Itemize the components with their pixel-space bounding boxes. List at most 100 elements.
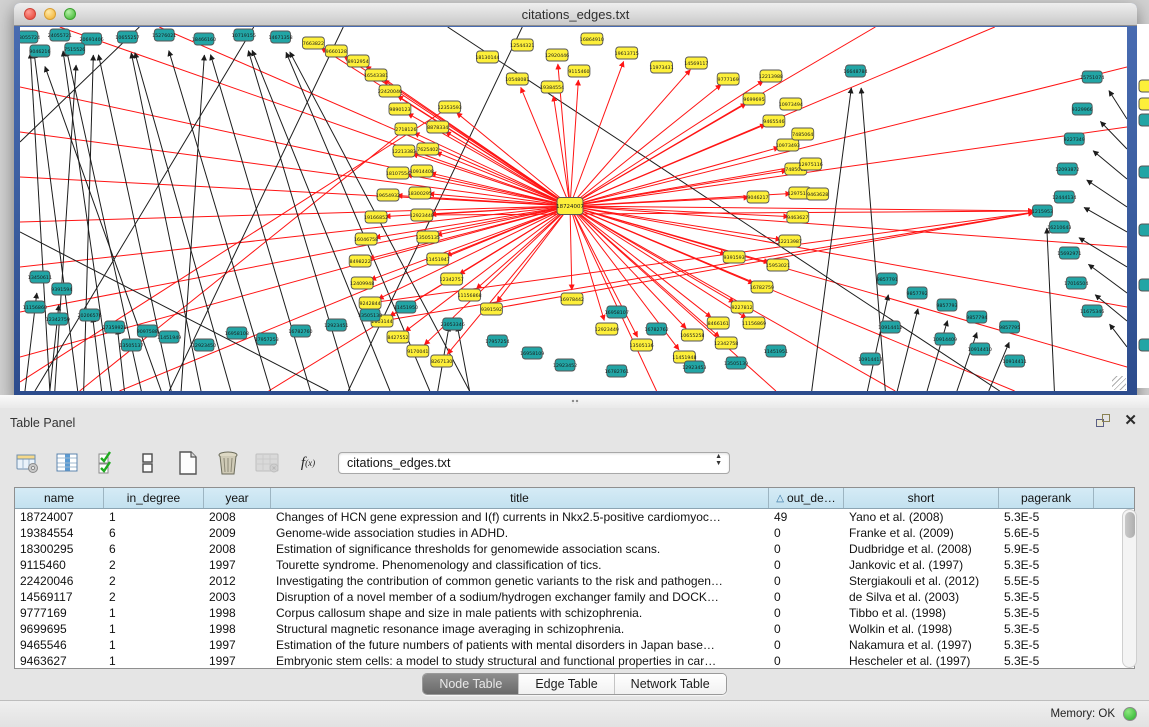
cell[interactable]: 2 (104, 573, 204, 589)
cell[interactable]: 1 (104, 509, 204, 525)
graph-node[interactable]: 16648784 (843, 65, 867, 77)
graph-node[interactable]: 9660128 (325, 45, 347, 57)
graph-node[interactable]: 9391592 (481, 303, 503, 315)
cell[interactable]: 2003 (204, 589, 271, 605)
graph-node[interactable]: 11451951 (764, 345, 788, 357)
function-builder-button[interactable]: f(x) (294, 449, 322, 477)
create-column-button[interactable] (174, 449, 202, 477)
graph-edge[interactable] (159, 27, 570, 206)
graph-node[interactable]: 9170041 (407, 345, 429, 357)
cell[interactable]: 5.3E-5 (999, 653, 1094, 669)
cell[interactable]: 9777169 (15, 605, 104, 621)
graph-node[interactable]: 15276021 (152, 29, 176, 41)
tab-network-table[interactable]: Network Table (615, 674, 726, 694)
table-select-combobox[interactable]: citations_edges.txt ▲▼ (338, 452, 730, 474)
graph-edge[interactable] (20, 206, 570, 312)
cell[interactable]: 1 (104, 621, 204, 637)
network-canvas[interactable]: 2305572424055721206914061065525715276021… (20, 27, 1127, 391)
graph-node[interactable]: 16958107 (605, 306, 629, 318)
delete-table-button[interactable] (254, 449, 282, 477)
cell[interactable]: 2 (104, 557, 204, 573)
graph-node[interactable]: 10548081 (505, 73, 529, 85)
cell[interactable]: Changes of HCN gene expression and I(f) … (271, 509, 769, 525)
graph-node[interactable]: 10914411 (1003, 355, 1027, 367)
graph-node[interactable]: 24055721 (48, 29, 72, 41)
graph-node[interactable]: 16782762 (644, 323, 668, 335)
cell[interactable]: 1998 (204, 621, 271, 637)
graph-edge[interactable] (570, 67, 1127, 206)
graph-node[interactable]: 12920446 (545, 49, 569, 61)
table-row[interactable]: 946554611997Estimation of the future num… (15, 637, 1134, 653)
graph-node[interactable]: 12923450 (192, 339, 216, 351)
graph-node[interactable]: 14569117 (684, 57, 708, 69)
cell[interactable]: 1998 (204, 605, 271, 621)
graph-node[interactable]: 9777169 (717, 73, 739, 85)
graph-node[interactable]: 12544321 (510, 39, 534, 51)
graph-hub-node[interactable]: 18724007 (556, 198, 584, 215)
table-vertical-scrollbar[interactable] (1122, 509, 1137, 668)
cell[interactable]: 9465546 (15, 637, 104, 653)
graph-node[interactable]: 11675346 (1080, 305, 1104, 317)
cell[interactable]: 1 (104, 653, 204, 669)
graph-edge[interactable] (570, 206, 572, 290)
graph-node[interactable]: 9463628 (807, 188, 829, 200)
cell[interactable]: 1 (104, 637, 204, 653)
graph-node[interactable]: 9329966 (1072, 103, 1093, 115)
graph-node[interactable]: 9699695 (743, 93, 765, 105)
cell[interactable]: 5.3E-5 (999, 637, 1094, 653)
graph-edge[interactable] (957, 333, 977, 391)
graph-node[interactable]: 12213383 (392, 145, 416, 157)
cell[interactable]: 22420046 (15, 573, 104, 589)
graph-node[interactable]: 8498222 (349, 255, 371, 267)
graph-node[interactable]: 9046216 (29, 45, 50, 57)
cell[interactable]: 49 (769, 509, 844, 525)
graph-edge[interactable] (457, 113, 570, 206)
cell[interactable]: 9463627 (15, 653, 104, 669)
graph-node[interactable]: 10914409 (933, 333, 957, 345)
tab-edge-table[interactable]: Edge Table (519, 674, 614, 694)
graph-node[interactable]: 17359928 (102, 321, 126, 333)
graph-edge[interactable] (135, 53, 231, 391)
cell[interactable]: 9699695 (15, 621, 104, 637)
graph-node[interactable]: 16210643 (1047, 221, 1071, 233)
cell[interactable]: 6 (104, 541, 204, 557)
graph-node[interactable]: 13505138 (358, 309, 382, 321)
graph-edge[interactable] (570, 206, 1033, 211)
graph-node[interactable]: 17957254 (485, 335, 509, 347)
graph-node[interactable]: 10914413 (858, 353, 882, 365)
cell[interactable]: 5.3E-5 (999, 557, 1094, 573)
graph-node[interactable]: 19166852 (364, 211, 388, 223)
graph-edge[interactable] (570, 206, 719, 337)
table-row[interactable]: 969969511998Structural magnetic resonanc… (15, 621, 1134, 637)
cell[interactable]: 2008 (204, 541, 271, 557)
graph-node[interactable]: 2718126 (395, 123, 417, 135)
graph-node[interactable]: 12342759 (46, 313, 70, 325)
graph-node[interactable]: 10973493 (776, 139, 800, 151)
cell[interactable]: 5.3E-5 (999, 589, 1094, 605)
column-header-short[interactable]: short (844, 488, 999, 508)
graph-node[interactable]: 7515526 (64, 43, 85, 55)
graph-edge[interactable] (867, 295, 888, 391)
graph-node[interactable]: 16782759 (750, 281, 774, 293)
graph-edge[interactable] (570, 70, 690, 206)
graph-node[interactable]: 13450611 (28, 271, 52, 283)
graph-node[interactable]: 8912954 (347, 55, 369, 67)
graph-node[interactable]: 19384554 (540, 81, 564, 93)
graph-node[interactable]: 12923453 (682, 361, 706, 373)
graph-node[interactable]: 12975116 (799, 158, 823, 170)
cell[interactable]: Investigating the contribution of common… (271, 573, 769, 589)
table-row[interactable]: 1938455462009Genome-wide association stu… (15, 525, 1134, 541)
graph-node[interactable]: 12923449 (595, 323, 619, 335)
graph-node[interactable]: 12444134 (1052, 191, 1076, 203)
graph-node[interactable]: 11156869 (742, 317, 766, 329)
cell[interactable]: 6 (104, 525, 204, 541)
graph-node[interactable]: 8267130 (431, 355, 453, 367)
float-panel-icon[interactable] (1096, 414, 1110, 427)
cell[interactable]: 0 (769, 573, 844, 589)
graph-node[interactable]: 9227812 (731, 301, 753, 313)
graph-edge[interactable] (20, 87, 570, 206)
graph-node[interactable]: 12409948 (350, 277, 374, 289)
graph-node[interactable]: 12342758 (714, 337, 738, 349)
cell[interactable]: Yano et al. (2008) (844, 509, 999, 525)
graph-node[interactable]: 9391593 (723, 251, 745, 263)
